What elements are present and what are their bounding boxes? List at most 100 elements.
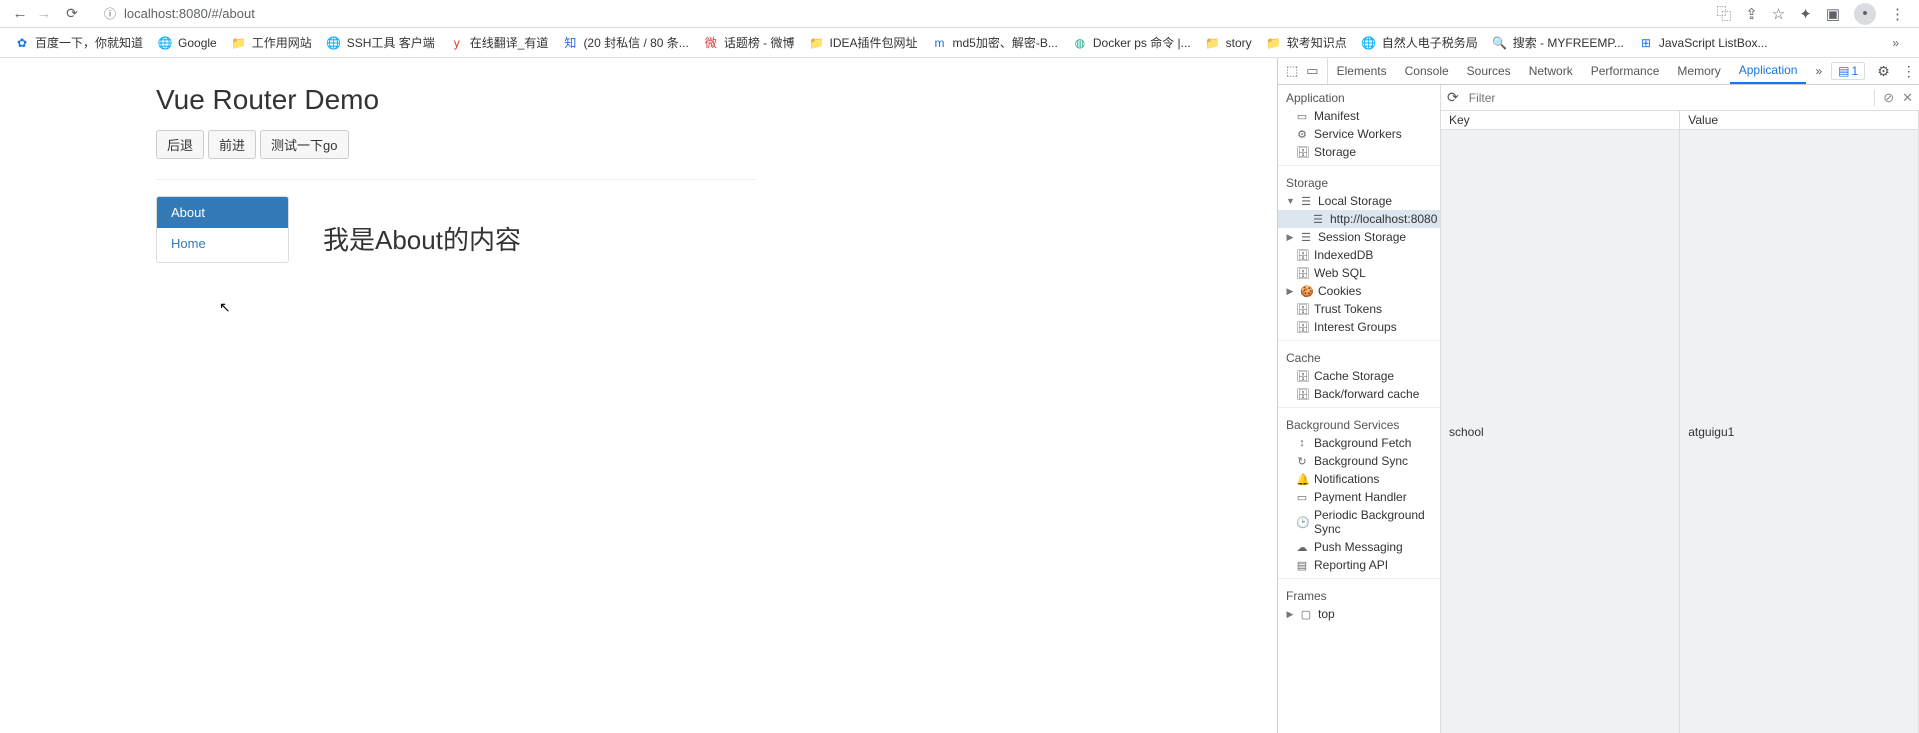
tab-application[interactable]: Application <box>1730 58 1807 84</box>
item-indexeddb[interactable]: 🗄IndexedDB <box>1278 246 1440 264</box>
bookmark-item[interactable]: ✿百度一下，你就知道 <box>14 34 143 51</box>
item-frame-top[interactable]: ▶▢top <box>1278 605 1440 623</box>
item-local-origin[interactable]: ☰http://localhost:8080 <box>1278 210 1440 228</box>
cloud-icon: ☁ <box>1296 541 1308 554</box>
cell-key[interactable]: school <box>1441 130 1680 733</box>
chrome-menu-icon[interactable]: ⋮ <box>1890 5 1905 23</box>
item-bf-cache[interactable]: 🗄Back/forward cache <box>1278 385 1440 403</box>
col-value[interactable]: Value <box>1680 111 1919 130</box>
item-reporting-api[interactable]: ▤Reporting API <box>1278 556 1440 574</box>
item-storage[interactable]: 🗄Storage <box>1278 143 1440 161</box>
site-info-icon[interactable]: ⓘ <box>104 5 116 22</box>
forward-btn[interactable]: 前进 <box>208 130 256 159</box>
bookmark-label: IDEA插件包网址 <box>829 34 917 51</box>
tab-performance[interactable]: Performance <box>1582 58 1669 84</box>
bookmark-item[interactable]: 🌐SSH工具 客户端 <box>326 34 435 51</box>
item-notifications[interactable]: 🔔Notifications <box>1278 470 1440 488</box>
bookmark-overflow[interactable]: » <box>1886 36 1905 50</box>
tabs-overflow[interactable]: » <box>1806 58 1831 84</box>
folder-icon: 📁 <box>808 35 824 51</box>
url-text: localhost:8080/#/about <box>124 6 255 21</box>
reload-button[interactable]: ⟳ <box>60 5 84 22</box>
issues-badge[interactable]: ▤ 1 <box>1831 62 1865 80</box>
db-icon: 🗄 <box>1296 370 1308 383</box>
bookmark-item[interactable]: 微话题榜 - 微博 <box>703 34 795 51</box>
item-bg-fetch[interactable]: ↕Background Fetch <box>1278 434 1440 452</box>
item-payment-handler[interactable]: ▭Payment Handler <box>1278 488 1440 506</box>
col-key[interactable]: Key <box>1441 111 1680 130</box>
item-websql[interactable]: 🗄Web SQL <box>1278 264 1440 282</box>
bookmark-item[interactable]: ⊞JavaScript ListBox... <box>1638 35 1768 51</box>
item-interest-groups[interactable]: 🗄Interest Groups <box>1278 318 1440 336</box>
expand-icon[interactable]: ▶ <box>1286 232 1294 243</box>
bookmark-item[interactable]: 🌐自然人电子税务局 <box>1361 34 1478 51</box>
item-trust-tokens[interactable]: 🗄Trust Tokens <box>1278 300 1440 318</box>
item-periodic-sync[interactable]: 🕑Periodic Background Sync <box>1278 506 1440 538</box>
manifest-icon: ▭ <box>1296 110 1308 123</box>
translate-icon[interactable]: ⿻ <box>1716 3 1731 24</box>
bookmark-label: story <box>1226 36 1252 50</box>
refresh-icon[interactable]: ⟳ <box>1447 89 1459 106</box>
group-frames: Frames <box>1278 583 1440 605</box>
bookmark-item[interactable]: mmd5加密、解密-B... <box>932 34 1058 51</box>
back-button[interactable]: ← <box>8 5 32 22</box>
item-session-storage[interactable]: ▶☰Session Storage <box>1278 228 1440 246</box>
item-bg-sync[interactable]: ↻Background Sync <box>1278 452 1440 470</box>
tab-sources[interactable]: Sources <box>1458 58 1520 84</box>
page-title: Vue Router Demo <box>156 84 1277 116</box>
group-storage: Storage <box>1278 170 1440 192</box>
bookmark-item[interactable]: 📁软考知识点 <box>1266 34 1347 51</box>
table-row[interactable]: school atguigu1 <box>1441 130 1919 733</box>
bookmark-item[interactable]: 📁工作用网站 <box>231 34 312 51</box>
favicon-icon: ⊞ <box>1638 35 1654 51</box>
test-go-btn[interactable]: 测试一下go <box>260 130 348 159</box>
nav-home[interactable]: Home <box>157 228 288 259</box>
origin-icon: ☰ <box>1312 213 1324 226</box>
forward-button[interactable]: → <box>32 5 56 22</box>
bookmark-item[interactable]: 🔍搜索 - MYFREEMP... <box>1492 34 1624 51</box>
fetch-icon: ↕ <box>1296 437 1308 449</box>
item-push-messaging[interactable]: ☁Push Messaging <box>1278 538 1440 556</box>
expand-icon[interactable]: ▼ <box>1286 196 1294 206</box>
item-manifest[interactable]: ▭Manifest <box>1278 107 1440 125</box>
url-bar[interactable]: ⓘ localhost:8080/#/about <box>94 3 1706 25</box>
inspect-element-icon[interactable]: ⬚ <box>1286 63 1298 79</box>
bookmark-item[interactable]: y在线翻译_有道 <box>449 34 549 51</box>
tab-memory[interactable]: Memory <box>1668 58 1729 84</box>
filter-input[interactable] <box>1465 89 1868 107</box>
devtools-settings-icon[interactable]: ⚙ <box>1871 63 1896 80</box>
bookmark-item[interactable]: 📁 IDEA插件包网址 <box>808 34 917 51</box>
tab-console[interactable]: Console <box>1396 58 1458 84</box>
db-icon: 🗄 <box>1296 388 1308 401</box>
favicon-icon: m <box>932 35 948 51</box>
delete-selected-icon[interactable]: ✕ <box>1902 90 1913 106</box>
bookmark-label: 在线翻译_有道 <box>470 34 549 51</box>
bookmark-item[interactable]: 知(20 封私信 / 80 条... <box>562 34 688 51</box>
device-toggle-icon[interactable]: ▭ <box>1306 63 1318 79</box>
share-icon[interactable]: ⇪ <box>1745 5 1758 23</box>
side-panel-icon[interactable]: ▣ <box>1826 5 1840 23</box>
tab-network[interactable]: Network <box>1520 58 1582 84</box>
nav-about[interactable]: About <box>157 197 288 228</box>
back-btn[interactable]: 后退 <box>156 130 204 159</box>
bookmark-item[interactable]: 📁story <box>1205 35 1252 51</box>
bookmark-label: Docker ps 命令 |... <box>1093 34 1191 51</box>
omnibox-right-icons: ⿻ ⇪ ☆ ✦ ▣ • ⋮ <box>1716 3 1905 25</box>
group-bg-services: Background Services <box>1278 412 1440 434</box>
group-application: Application <box>1278 85 1440 107</box>
clear-all-icon[interactable]: ⊘ <box>1883 90 1894 106</box>
profile-avatar[interactable]: • <box>1854 3 1876 25</box>
expand-icon[interactable]: ▶ <box>1286 286 1294 297</box>
item-service-workers[interactable]: ⚙Service Workers <box>1278 125 1440 143</box>
bookmark-item[interactable]: 🌐Google <box>157 35 217 51</box>
bookmark-item[interactable]: ◍Docker ps 命令 |... <box>1072 34 1191 51</box>
item-cache-storage[interactable]: 🗄Cache Storage <box>1278 367 1440 385</box>
item-cookies[interactable]: ▶🍪Cookies <box>1278 282 1440 300</box>
bookmark-star-icon[interactable]: ☆ <box>1772 5 1785 23</box>
expand-icon[interactable]: ▶ <box>1286 609 1294 620</box>
extensions-icon[interactable]: ✦ <box>1799 5 1812 23</box>
item-local-storage[interactable]: ▼☰Local Storage <box>1278 192 1440 210</box>
devtools-menu-icon[interactable]: ⋮ <box>1896 63 1919 80</box>
tab-elements[interactable]: Elements <box>1328 58 1396 84</box>
cell-value[interactable]: atguigu1 <box>1680 130 1919 733</box>
